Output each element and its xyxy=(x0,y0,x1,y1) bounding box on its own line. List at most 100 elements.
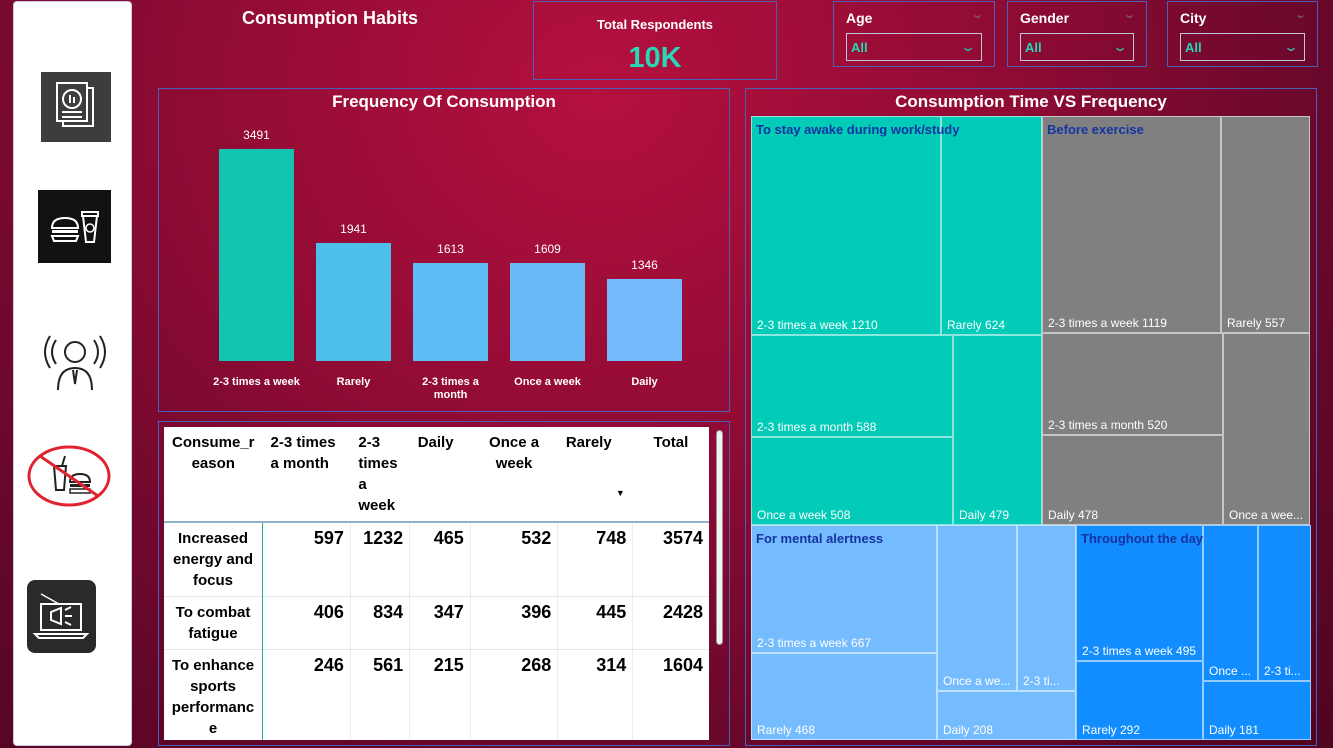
treemap-cell[interactable]: Daily 478 xyxy=(1042,435,1223,525)
treemap-cell[interactable]: Once a wee... xyxy=(1223,333,1310,525)
table-cell: 246 xyxy=(262,649,351,740)
treemap-cell-label: Daily 479 xyxy=(959,508,1010,522)
table-row[interactable]: Increased energy and focus 597 1232 465 532 7… xyxy=(164,522,709,597)
nav-person-button[interactable] xyxy=(36,328,114,398)
table-cell: 465 xyxy=(409,522,471,597)
sidebar xyxy=(13,1,132,746)
column-header-label: Rarely xyxy=(565,434,612,451)
kpi-label: Total Respondents xyxy=(596,17,714,32)
table-cell: 347 xyxy=(409,596,471,650)
bar[interactable] xyxy=(219,149,294,361)
treemap-cell[interactable]: 2-3 times a week 1119 xyxy=(1042,116,1221,333)
treemap-cell-label: Rarely 468 xyxy=(757,723,816,737)
column-header[interactable]: Total xyxy=(633,427,709,522)
treemap-cell-label: Daily 208 xyxy=(943,723,994,737)
treemap-cell[interactable]: 2-3 times a month 588 xyxy=(751,335,953,437)
age-slicer: Age ⌄ All ⌄ xyxy=(833,1,995,67)
bar[interactable] xyxy=(413,263,488,361)
treemap-cell[interactable]: 2-3 ti... xyxy=(1258,525,1311,681)
bar-value-label: 1941 xyxy=(340,222,367,237)
row-header-cell: Increased energy and focus xyxy=(164,522,264,597)
treemap-cell[interactable]: Once ... xyxy=(1203,525,1258,681)
treemap-cell[interactable]: Daily 479 xyxy=(953,335,1042,525)
treemap-cell[interactable]: Rarely 557 xyxy=(1221,116,1310,333)
row-header-cell: To combat fatigue xyxy=(164,596,264,650)
treemap-cell[interactable]: Daily 208 xyxy=(937,691,1076,740)
reason-matrix-table: Consume_r eason 2-3 times a month 2-3 ti… xyxy=(164,427,709,740)
nav-no-fastfood-button[interactable] xyxy=(26,444,112,508)
slicer-value: All xyxy=(851,39,868,55)
treemap-cell-label: Rarely 557 xyxy=(1227,316,1286,330)
treemap-cell-label: 2-3 times a month 520 xyxy=(1048,418,1168,432)
nav-marketing-button[interactable] xyxy=(27,580,96,653)
city-dropdown[interactable]: All ⌄ xyxy=(1180,33,1305,61)
nav-food-button[interactable] xyxy=(38,190,111,263)
treemap-cell-label: 2-3 times a week 495 xyxy=(1082,644,1197,658)
treemap-cell[interactable]: Rarely 624 xyxy=(941,116,1042,335)
person-broadcast-icon xyxy=(44,335,106,391)
bar[interactable] xyxy=(510,263,585,361)
treemap-cell[interactable]: 2-3 times a week 1210 xyxy=(751,116,941,335)
treemap-group-label: To stay awake during work/study xyxy=(756,122,960,137)
chevron-down-icon[interactable]: ⌄ xyxy=(971,8,984,21)
marketing-laptop-icon xyxy=(32,593,90,639)
slicer-label: Gender xyxy=(1020,10,1070,26)
column-header[interactable]: 2-3 times a week xyxy=(350,427,409,522)
no-fastfood-icon xyxy=(27,445,111,507)
table-row[interactable]: To combat fatigue 406 834 347 396 445 2428 xyxy=(164,596,709,650)
bar[interactable] xyxy=(316,243,391,361)
table-cell: 314 xyxy=(557,649,633,740)
table-cell: 597 xyxy=(262,522,351,597)
column-header[interactable]: 2-3 times a month xyxy=(263,427,351,522)
treemap-cell[interactable]: Rarely 292 xyxy=(1076,661,1203,740)
table-cell: 445 xyxy=(557,596,633,650)
table-cell: 3574 xyxy=(632,522,709,597)
slicer-label: Age xyxy=(846,10,873,26)
category-label: Rarely xyxy=(336,376,371,388)
treemap-group-label: Before exercise xyxy=(1047,122,1144,137)
treemap-cell-label: 2-3 ti... xyxy=(1023,674,1060,688)
chevron-down-icon: ⌄ xyxy=(1111,40,1129,54)
table-cell: 532 xyxy=(469,522,558,597)
nav-report-button[interactable] xyxy=(41,72,111,142)
treemap-cell[interactable]: Daily 181 xyxy=(1203,681,1311,740)
slicer-value: All xyxy=(1025,39,1042,55)
bar-value-label: 1346 xyxy=(631,258,658,273)
treemap-cell[interactable]: Once a we... xyxy=(937,525,1017,691)
bar-value-label: 3491 xyxy=(243,128,270,142)
column-header-sorted[interactable]: Rarely ▼ xyxy=(558,427,633,522)
treemap-chart: 2-3 times a week 1210 Rarely 624 2-3 times… xyxy=(751,116,1311,740)
column-header[interactable]: Consume_r eason xyxy=(164,427,263,522)
category-label: 2-3 times a month xyxy=(422,376,479,401)
table-cell: 1604 xyxy=(632,649,709,740)
bar-chart: 3491 2-3 times a week 1941 Rarely 1613 2-3 ti… xyxy=(159,89,731,413)
column-header[interactable]: Daily xyxy=(410,427,471,522)
table-cell: 748 xyxy=(557,522,633,597)
treemap-cell-label: 2-3 times a week 1119 xyxy=(1048,316,1167,330)
category-label: Daily xyxy=(631,376,658,388)
treemap-cell-label: Once ... xyxy=(1209,664,1252,678)
treemap-cell-label: Daily 181 xyxy=(1209,723,1260,737)
kpi-card-total-respondents: Total Respondents 10K xyxy=(533,1,777,80)
bar-value-label: 1613 xyxy=(437,242,464,257)
gender-dropdown[interactable]: All ⌄ xyxy=(1020,33,1134,61)
treemap-cell[interactable]: Rarely 468 xyxy=(751,653,937,740)
treemap-cell-label: 2-3 times a month 588 xyxy=(757,420,877,434)
treemap-cell[interactable]: 2-3 times a month 520 xyxy=(1042,333,1223,435)
sort-descending-icon: ▼ xyxy=(615,488,625,498)
table-row[interactable]: To enhance sports performanc e 246 561 215 2… xyxy=(164,649,709,740)
slicer-label: City xyxy=(1180,10,1207,26)
category-label: Once a week xyxy=(514,376,581,388)
table-scrollbar-thumb[interactable] xyxy=(716,430,723,645)
treemap-cell-label: 2-3 ti... xyxy=(1264,664,1301,678)
report-document-icon xyxy=(56,82,94,127)
chevron-down-icon[interactable]: ⌄ xyxy=(1294,8,1307,21)
column-header[interactable]: Once a week xyxy=(470,427,558,522)
table-cell: 268 xyxy=(469,649,558,740)
treemap-title: Consumption Time VS Frequency xyxy=(895,92,1167,111)
bar[interactable] xyxy=(607,279,682,361)
treemap-cell[interactable]: 2-3 ti... xyxy=(1017,525,1076,691)
treemap-cell[interactable]: Once a week 508 xyxy=(751,437,953,525)
age-dropdown[interactable]: All ⌄ xyxy=(846,33,982,61)
chevron-down-icon[interactable]: ⌄ xyxy=(1123,8,1136,21)
